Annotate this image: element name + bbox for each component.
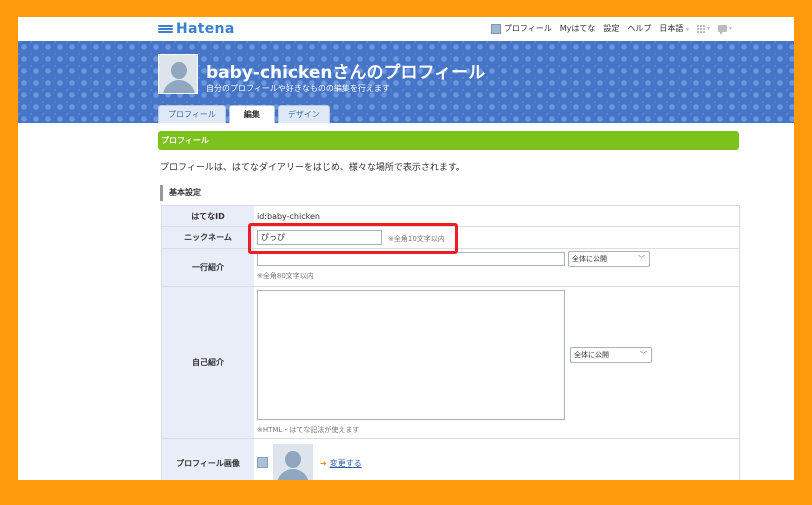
logo-text: Hatena <box>176 21 235 37</box>
bio-note: ※HTML・はてな記法が使えます <box>257 426 360 434</box>
hatena-id-value: id:baby-chicken <box>257 212 320 221</box>
top-navigation-bar: Hatena プロフィール Myはてな 設定 ヘルプ 日本語 ▾ ▾ ▾ <box>18 17 794 41</box>
basic-settings-heading: 基本設定 <box>160 185 201 201</box>
form-row-profile-image: プロフィール画像 ➜ 変更する <box>161 439 740 480</box>
help-link[interactable]: ヘルプ <box>627 23 651 34</box>
nickname-note: ※全角10文字以内 <box>388 235 445 243</box>
my-hatena-link[interactable]: Myはてな <box>560 23 596 34</box>
form-row-nickname: ニックネーム ※全角10文字以内 <box>161 227 740 249</box>
profile-link[interactable]: プロフィール <box>490 23 552 34</box>
image-icon <box>257 457 268 468</box>
profile-header: baby-chickenさんのプロフィール 自分のプロフィールや好きなものの編集… <box>18 41 794 123</box>
chevron-down-icon: ▾ <box>728 25 732 32</box>
change-image-link[interactable]: ➜ 変更する <box>320 458 362 469</box>
profile-image-label: プロフィール画像 <box>161 439 254 480</box>
page-title: baby-chickenさんのプロフィール <box>206 63 486 83</box>
one-line-input[interactable] <box>257 252 565 266</box>
form-row-bio: 自己紹介 ※HTML・はてな記法が使えます 全体に公開 ﹀ <box>161 287 740 439</box>
comment-icon <box>717 25 727 35</box>
user-avatar-icon <box>490 23 501 34</box>
profile-image-cell: ➜ 変更する <box>254 439 740 480</box>
section-description: プロフィールは、はてなダイアリーをはじめ、様々な場所で表示されます。 <box>160 163 465 173</box>
profile-form: はてなID id:baby-chicken ニックネーム ※全角10文字以内 一… <box>161 205 740 480</box>
tab-profile[interactable]: プロフィール <box>158 105 226 123</box>
chevron-down-icon: ▾ <box>706 25 710 32</box>
bio-visibility-value: 全体に公開 <box>574 351 609 359</box>
form-row-hatena-id: はてなID id:baby-chicken <box>161 206 740 227</box>
bio-visibility-select[interactable]: 全体に公開 ﹀ <box>570 347 652 363</box>
profile-avatar <box>158 54 198 94</box>
nickname-input[interactable] <box>257 230 382 245</box>
hatena-id-label: はてなID <box>161 206 254 226</box>
profile-tabs: プロフィール 編集 デザイン <box>158 105 330 123</box>
one-line-label: 一行紹介 <box>161 249 254 286</box>
one-line-visibility-value: 全体に公開 <box>572 255 607 263</box>
settings-link[interactable]: 設定 <box>603 23 619 34</box>
section-title-bar: プロフィール <box>158 131 739 150</box>
hatena-id-cell: id:baby-chicken <box>254 206 740 226</box>
language-selector[interactable]: 日本語 ▾ <box>659 23 689 34</box>
profile-link-label: プロフィール <box>503 24 552 33</box>
one-line-note: ※全角80文字以内 <box>257 272 314 280</box>
hatena-logo-icon <box>158 24 173 34</box>
page-subtitle: 自分のプロフィールや好きなものの編集を行えます <box>206 84 390 93</box>
change-image-label: 変更する <box>329 459 362 468</box>
tab-design[interactable]: デザイン <box>277 105 330 123</box>
apps-menu-button[interactable]: ▾ <box>696 24 710 33</box>
tab-edit[interactable]: 編集 <box>228 105 275 123</box>
nickname-cell: ※全角10文字以内 <box>254 227 740 248</box>
language-label: 日本語 <box>659 24 684 33</box>
one-line-cell: ※全角80文字以内 全体に公開 ﹀ <box>254 249 740 286</box>
notifications-button[interactable]: ▾ <box>717 25 732 35</box>
chevron-down-icon: ﹀ <box>638 255 645 263</box>
browser-page: Hatena プロフィール Myはてな 設定 ヘルプ 日本語 ▾ ▾ ▾ bab… <box>18 17 794 480</box>
nickname-label: ニックネーム <box>161 227 254 248</box>
hatena-logo[interactable]: Hatena <box>158 21 235 37</box>
profile-image-preview <box>273 444 313 480</box>
bio-label: 自己紹介 <box>161 287 254 438</box>
apps-grid-icon <box>696 24 705 33</box>
arrow-right-icon: ➜ <box>320 459 327 468</box>
form-row-one-line: 一行紹介 ※全角80文字以内 全体に公開 ﹀ <box>161 249 740 287</box>
bio-cell: ※HTML・はてな記法が使えます 全体に公開 ﹀ <box>254 287 740 438</box>
user-menu: プロフィール Myはてな 設定 ヘルプ 日本語 ▾ ▾ ▾ <box>490 23 732 35</box>
chevron-down-icon: ▾ <box>685 26 689 33</box>
chevron-down-icon: ﹀ <box>640 351 647 359</box>
bio-textarea[interactable] <box>257 290 565 420</box>
one-line-visibility-select[interactable]: 全体に公開 ﹀ <box>568 251 650 267</box>
